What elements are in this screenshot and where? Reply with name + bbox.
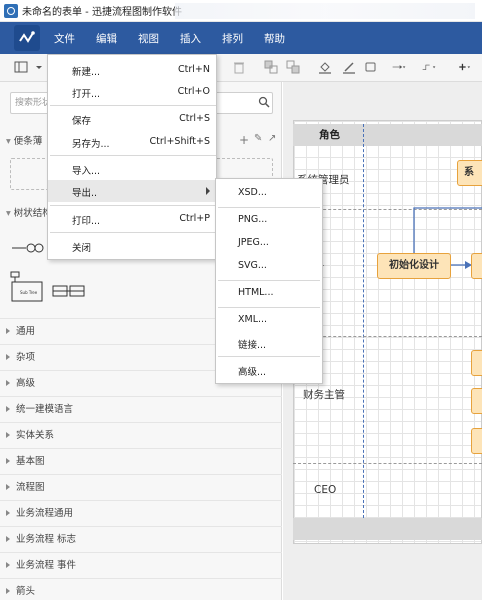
node-partial[interactable] xyxy=(471,428,482,454)
export-svg[interactable]: SVG... xyxy=(216,255,322,277)
export-html[interactable]: HTML... xyxy=(216,282,322,304)
category-bpmn-general[interactable]: 业务流程通用 xyxy=(0,500,282,526)
fill-color-icon[interactable] xyxy=(318,60,332,74)
submenu-label: 高级... xyxy=(238,367,267,378)
expand-icon[interactable]: ↗ xyxy=(268,133,276,144)
chevron-down-icon[interactable] xyxy=(32,60,42,74)
to-front-icon[interactable] xyxy=(264,60,278,74)
menu-view[interactable]: 视图 xyxy=(138,31,159,46)
export-png[interactable]: PNG... xyxy=(216,209,322,231)
menu-item-label: 新建... xyxy=(72,67,101,78)
menu-separator xyxy=(50,205,216,206)
favorites-label: 便条薄 xyxy=(13,136,43,147)
shape-org-connector[interactable] xyxy=(10,242,46,254)
edit-icon[interactable]: ✎ xyxy=(254,133,262,144)
submenu-arrow-icon xyxy=(206,187,210,195)
delete-icon[interactable] xyxy=(232,60,246,74)
menu-item-shortcut: Ctrl+N xyxy=(178,64,210,75)
menu-item-shortcut: Ctrl+O xyxy=(177,86,210,97)
menu-separator xyxy=(218,207,320,208)
category-er[interactable]: 实体关系 xyxy=(0,422,282,448)
menu-item-open[interactable]: 打开... Ctrl+O xyxy=(48,81,216,103)
category-bpmn-events[interactable]: 业务流程 事件 xyxy=(0,552,282,578)
node-system-admin[interactable]: 系 xyxy=(457,160,482,186)
to-back-icon[interactable] xyxy=(286,60,300,74)
node-partial[interactable] xyxy=(471,350,482,376)
export-xsd[interactable]: XSD... xyxy=(216,182,322,204)
menu-item-label: 导入... xyxy=(72,166,101,177)
submenu-label: SVG... xyxy=(238,260,267,271)
menu-item-label: 导出.. xyxy=(72,188,98,199)
menu-file[interactable]: 文件 xyxy=(54,31,75,46)
category-flowchart[interactable]: 流程图 xyxy=(0,474,282,500)
shape-sub-tree[interactable]: Sub Tree xyxy=(10,270,44,304)
menu-separator xyxy=(50,105,216,106)
menu-item-label: 保存 xyxy=(72,116,92,127)
node-init-design[interactable]: 初始化设计 xyxy=(377,253,451,279)
export-submenu: XSD... PNG... JPEG... SVG... HTML... XML… xyxy=(215,178,323,384)
category-uml[interactable]: 统一建模语言 xyxy=(0,396,282,422)
waypoint-icon[interactable] xyxy=(422,60,444,74)
export-xml[interactable]: XML... xyxy=(216,309,322,331)
submenu-label: JPEG... xyxy=(238,237,269,248)
menu-item-label: 另存为... xyxy=(72,139,110,150)
menu-separator xyxy=(50,155,216,156)
menu-insert[interactable]: 插入 xyxy=(180,31,201,46)
layout-panel-icon[interactable] xyxy=(14,60,28,74)
menu-separator xyxy=(50,232,216,233)
menu-item-label: 打印... xyxy=(72,216,101,227)
lane-separator xyxy=(293,463,482,464)
submenu-label: XSD... xyxy=(238,187,267,198)
menu-item-save[interactable]: 保存 Ctrl+S xyxy=(48,108,216,130)
menu-edit[interactable]: 编辑 xyxy=(96,31,117,46)
node-partial[interactable] xyxy=(471,253,482,279)
submenu-label: PNG... xyxy=(238,214,268,225)
shape-table-node[interactable] xyxy=(52,284,86,298)
menu-item-shortcut: Ctrl+S xyxy=(179,113,210,124)
line-color-icon[interactable] xyxy=(342,60,356,74)
shadow-icon[interactable] xyxy=(364,60,378,74)
file-menu: 新建... Ctrl+N 打开... Ctrl+O 保存 Ctrl+S 另存为.… xyxy=(47,54,217,260)
menu-item-save-as[interactable]: 另存为... Ctrl+Shift+S xyxy=(48,131,216,153)
menu-item-import[interactable]: 导入... xyxy=(48,158,216,180)
app-icon xyxy=(4,3,18,18)
menu-item-close[interactable]: 关闭 xyxy=(48,235,216,257)
menu-item-export[interactable]: 导出.. xyxy=(48,180,216,202)
export-jpeg[interactable]: JPEG... xyxy=(216,232,322,254)
connection-arrow-icon[interactable] xyxy=(392,60,414,74)
menu-item-print[interactable]: 打印... Ctrl+P xyxy=(48,208,216,230)
swimlane-footer xyxy=(293,518,482,540)
submenu-label: XML... xyxy=(238,314,268,325)
node-partial[interactable] xyxy=(471,388,482,414)
role-header[interactable]: 角色 xyxy=(293,124,482,146)
menu-item-shortcut: Ctrl+P xyxy=(179,213,210,224)
submenu-label: HTML... xyxy=(238,287,274,298)
lane-label-ceo[interactable]: CEO xyxy=(314,484,336,496)
menu-separator xyxy=(218,280,320,281)
title-bar-blur xyxy=(175,3,475,19)
menu-bar: 文件 编辑 视图 插入 排列 帮助 xyxy=(0,22,482,54)
add-icon[interactable] xyxy=(458,60,480,74)
menu-separator xyxy=(218,307,320,308)
export-advanced[interactable]: 高级... xyxy=(216,359,322,381)
category-arrows[interactable]: 箭头 xyxy=(0,578,282,600)
menu-help[interactable]: 帮助 xyxy=(264,31,285,46)
submenu-label: 链接... xyxy=(238,340,267,351)
menu-item-label: 关闭 xyxy=(72,243,92,254)
svg-text:Sub Tree: Sub Tree xyxy=(20,290,38,295)
export-link[interactable]: 链接... xyxy=(216,332,322,354)
logo-icon[interactable] xyxy=(14,25,40,51)
search-icon[interactable] xyxy=(258,96,270,108)
category-basic[interactable]: 基本图 xyxy=(0,448,282,474)
add-favorite-icon[interactable]: + xyxy=(239,133,249,147)
title-bar: 未命名的表单 - 迅捷流程图制作软件 xyxy=(0,0,482,22)
category-bpmn-markers[interactable]: 业务流程 标志 xyxy=(0,526,282,552)
menu-item-shortcut: Ctrl+Shift+S xyxy=(149,136,210,147)
menu-item-label: 打开... xyxy=(72,89,101,100)
menu-separator xyxy=(218,356,320,357)
window-title: 未命名的表单 - 迅捷流程图制作软件 xyxy=(22,7,182,18)
menu-item-new[interactable]: 新建... Ctrl+N xyxy=(48,59,216,81)
menu-arrange[interactable]: 排列 xyxy=(222,31,243,46)
